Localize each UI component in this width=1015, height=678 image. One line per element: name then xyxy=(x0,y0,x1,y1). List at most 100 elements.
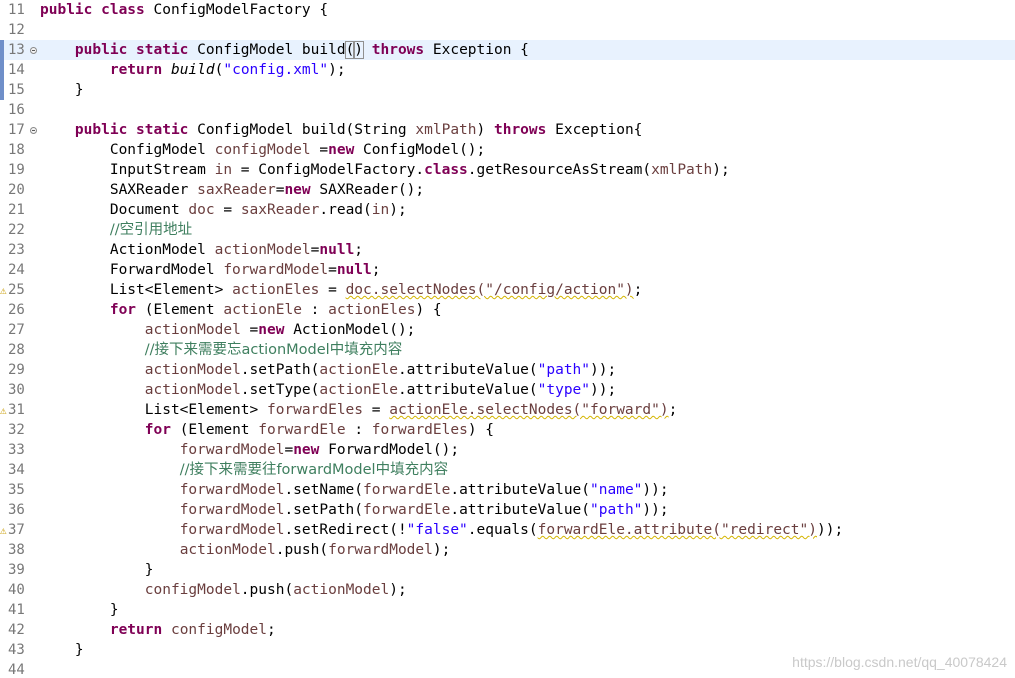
code-token: actionEles xyxy=(328,302,416,318)
line-gutter[interactable]: 21 xyxy=(0,200,36,220)
line-gutter[interactable]: 41 xyxy=(0,600,36,620)
line-gutter[interactable]: 42 xyxy=(0,620,36,640)
code-line[interactable]: 32 for (Element forwardEle : forwardEles… xyxy=(0,420,1015,440)
code-line[interactable]: 17 public static ConfigModel build(Strin… xyxy=(0,120,1015,140)
code-token: for xyxy=(144,422,171,438)
line-gutter[interactable]: 27 xyxy=(0,320,36,340)
warning-icon[interactable]: ⚠ xyxy=(0,525,7,536)
code-line[interactable]: 21 Document doc = saxReader.read(in); xyxy=(0,200,1015,220)
code-token: "path" xyxy=(537,362,591,378)
code-line[interactable]: 23 ActionModel actionModel=null; xyxy=(0,240,1015,260)
line-number: 31 xyxy=(8,402,25,418)
code-line[interactable]: 20 SAXReader saxReader=new SAXReader(); xyxy=(0,180,1015,200)
line-gutter[interactable]: 44 xyxy=(0,660,36,678)
code-line[interactable]: 13 public static ConfigModel build() thr… xyxy=(0,40,1015,60)
line-gutter[interactable]: 20 xyxy=(0,180,36,200)
fold-toggle-icon[interactable] xyxy=(30,127,37,134)
code-token: : xyxy=(301,302,329,318)
code-line[interactable]: ⚠ 25 List<Element> actionEles = doc.selec… xyxy=(0,280,1015,300)
line-gutter[interactable]: ⚠ 25 xyxy=(0,280,36,300)
code-line[interactable]: 40 configModel.push(actionModel); xyxy=(0,580,1015,600)
code-token: ConfigModel build xyxy=(188,42,346,58)
line-gutter[interactable]: 19 xyxy=(0,160,36,180)
code-line[interactable]: 30 actionModel.setType(actionEle.attribu… xyxy=(0,380,1015,400)
warning-icon[interactable]: ⚠ xyxy=(0,285,7,296)
line-gutter[interactable]: 16 xyxy=(0,100,36,120)
line-gutter[interactable]: 43 xyxy=(0,640,36,660)
code-line[interactable]: 18 ConfigModel configModel =new ConfigMo… xyxy=(0,140,1015,160)
code-line[interactable]: 33 forwardModel=new ForwardModel(); xyxy=(0,440,1015,460)
code-text: } xyxy=(40,80,84,100)
code-token: new xyxy=(258,322,285,338)
code-line[interactable]: 12 xyxy=(0,20,1015,40)
line-gutter[interactable]: 26 xyxy=(0,300,36,320)
code-token: "type" xyxy=(537,382,591,398)
line-gutter[interactable]: 14 xyxy=(0,60,36,80)
code-line[interactable]: 29 actionModel.setPath(actionEle.attribu… xyxy=(0,360,1015,380)
line-gutter[interactable]: 34 xyxy=(0,460,36,480)
code-token: "path" xyxy=(590,502,643,518)
line-gutter[interactable]: 30 xyxy=(0,380,36,400)
code-line[interactable]: 22 //空引用地址 xyxy=(0,220,1015,240)
code-line[interactable]: 41 } xyxy=(0,600,1015,620)
code-token: for xyxy=(109,302,137,318)
watermark: https://blog.csdn.net/qq_40078424 xyxy=(792,654,1007,670)
code-line[interactable]: 26 for (Element actionEle : actionEles) … xyxy=(0,300,1015,320)
line-gutter[interactable]: 35 xyxy=(0,480,36,500)
code-line[interactable]: 19 InputStream in = ConfigModelFactory.c… xyxy=(0,160,1015,180)
line-gutter[interactable]: 18 xyxy=(0,140,36,160)
line-number: 12 xyxy=(8,22,25,38)
line-gutter[interactable]: 12 xyxy=(0,20,36,40)
code-line[interactable]: ⚠ 31 List<Element> forwardEles = actionEl… xyxy=(0,400,1015,420)
line-gutter[interactable]: 23 xyxy=(0,240,36,260)
line-gutter[interactable]: 28 xyxy=(0,340,36,360)
line-gutter[interactable]: ⚠ 31 xyxy=(0,400,36,420)
code-line[interactable]: 36 forwardModel.setPath(forwardEle.attri… xyxy=(0,500,1015,520)
line-gutter[interactable]: 11 xyxy=(0,0,36,20)
line-gutter[interactable]: 36 xyxy=(0,500,36,520)
code-token: "name" xyxy=(590,482,643,498)
code-line[interactable]: 35 forwardModel.setName(forwardEle.attri… xyxy=(0,480,1015,500)
code-line[interactable]: 34 //接下来需要往forwardModel中填充内容 xyxy=(0,460,1015,480)
code-token: saxReader xyxy=(197,182,276,198)
code-line[interactable]: 38 actionModel.push(forwardModel); xyxy=(0,540,1015,560)
code-token: configModel xyxy=(214,142,311,158)
line-gutter[interactable]: 17 xyxy=(0,120,37,140)
line-gutter[interactable]: 22 xyxy=(0,220,36,240)
code-token: forwardEle xyxy=(363,482,451,498)
code-line[interactable]: 27 actionModel =new ActionModel(); xyxy=(0,320,1015,340)
line-gutter[interactable]: 32 xyxy=(0,420,36,440)
code-line[interactable]: 24 ForwardModel forwardModel=null; xyxy=(0,260,1015,280)
code-line[interactable]: 14 return build("config.xml"); xyxy=(0,60,1015,80)
code-line[interactable]: 15 } xyxy=(0,80,1015,100)
line-gutter[interactable]: ⚠ 37 xyxy=(0,520,36,540)
fold-toggle-icon[interactable] xyxy=(30,47,37,54)
code-token: ; xyxy=(371,262,381,278)
code-line[interactable]: 11 public class ConfigModelFactory { xyxy=(0,0,1015,20)
warning-icon[interactable]: ⚠ xyxy=(0,405,7,416)
line-number: 26 xyxy=(8,302,25,318)
code-editor[interactable]: 11 public class ConfigModelFactory { 12 13 … xyxy=(0,0,1015,678)
line-gutter[interactable]: 38 xyxy=(0,540,36,560)
line-gutter[interactable]: 15 xyxy=(0,80,36,100)
code-token: doc.selectNodes("/config/action") xyxy=(345,282,634,298)
line-gutter[interactable]: 13 xyxy=(0,40,37,60)
code-line[interactable]: 28 //接下来需要忘actionModel中填充内容 xyxy=(0,340,1015,360)
code-line[interactable]: ⚠ 37 forwardModel.setRedirect(!"false".eq… xyxy=(0,520,1015,540)
line-gutter[interactable]: 40 xyxy=(0,580,36,600)
line-gutter[interactable]: 29 xyxy=(0,360,36,380)
line-gutter[interactable]: 39 xyxy=(0,560,36,580)
code-token: xmlPath xyxy=(415,122,477,138)
code-text: forwardModel.setPath(forwardEle.attribut… xyxy=(40,500,669,520)
code-line[interactable]: 39 } xyxy=(0,560,1015,580)
line-gutter[interactable]: 24 xyxy=(0,260,36,280)
code-line[interactable]: 42 return configModel; xyxy=(0,620,1015,640)
line-gutter[interactable]: 33 xyxy=(0,440,36,460)
code-token: ) { xyxy=(467,422,495,438)
code-line[interactable]: 16 xyxy=(0,100,1015,120)
